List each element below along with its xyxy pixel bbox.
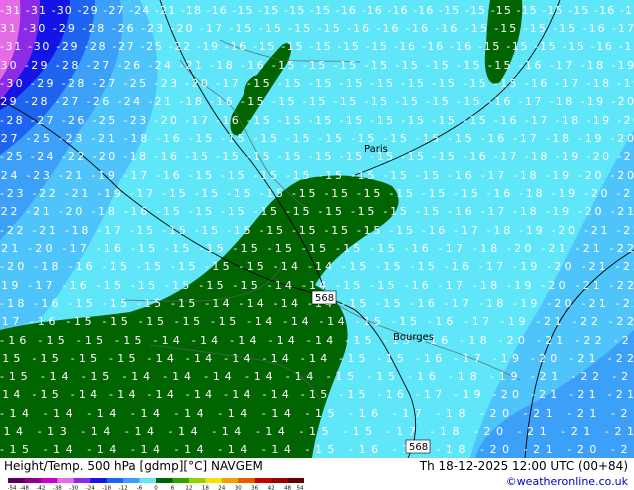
valid-time: Th 18-12-2025 12:00 UTC (00+84): [419, 459, 628, 473]
scale-swatch: [73, 478, 91, 483]
scale-tick-label: 0: [154, 486, 158, 490]
scale-swatch: [139, 478, 157, 483]
scale-swatch: [57, 478, 75, 483]
scale-swatch: [172, 478, 190, 483]
temperature-row: -31 -31 -30 -29 -27 -24 -21 -18 -16 -15 …: [0, 4, 634, 17]
map-title: Height/Temp. 500 hPa [gdmp][°C] NAVGEM: [4, 459, 263, 473]
scale-tick-label: 48: [284, 486, 291, 490]
color-scale-bar: -54 -48 -42 -38 -30 -24 -18 -12 -6 0 6 12 18 24 30 36 42…: [8, 478, 304, 490]
scale-tick-label: 42: [268, 486, 275, 490]
scale-tick-label: -54: [8, 486, 17, 490]
scale-tick-label: 30: [235, 486, 242, 490]
contour-label-568-a: 568: [311, 290, 337, 305]
scale-swatch: [221, 478, 239, 483]
scale-swatch: [40, 478, 58, 483]
scale-tick-label: -48: [20, 486, 29, 490]
scale-tick-label: 24: [218, 486, 225, 490]
scale-swatch: [188, 478, 206, 483]
scale-swatch: [254, 478, 272, 483]
place-label-paris: Paris: [364, 144, 388, 155]
scale-tick-label: 18: [202, 486, 209, 490]
scale-tick-label: -12: [119, 486, 128, 490]
scale-tick-label: -42: [36, 486, 45, 490]
scale-tick-label: 54: [297, 486, 304, 490]
scale-swatch: [287, 478, 304, 483]
scale-swatch: [106, 478, 124, 483]
scale-tick-label: -38: [53, 486, 62, 490]
scale-swatch: [156, 478, 173, 483]
scale-swatch: [205, 478, 223, 483]
scale-tick-label: -18: [102, 486, 111, 490]
scale-swatch: [238, 478, 255, 483]
contour-label-text-a: 568: [315, 293, 334, 304]
place-label-bourges: Bourges: [393, 332, 434, 343]
scale-tick-label: -30: [69, 486, 78, 490]
map-footer: Height/Temp. 500 hPa [gdmp][°C] NAVGEM T…: [0, 458, 634, 490]
temperature-row: -31 -30 -29 -28 -26 -23 -20 -17 -15 -15 …: [0, 22, 634, 35]
scale-swatch: [123, 478, 140, 483]
scale-tick-label: 6: [171, 486, 175, 490]
contour-label-568-b: 568: [405, 439, 431, 454]
scale-swatch: [24, 478, 42, 483]
scale-swatch: [90, 478, 107, 483]
weather-map: -31 -31 -30 -29 -27 -24 -21 -18 -16 -15 …: [0, 0, 634, 458]
scale-swatch: [271, 478, 288, 483]
scale-swatch: [8, 478, 25, 483]
credit-link[interactable]: ©weatheronline.co.uk: [506, 475, 628, 489]
scale-tick-label: 12: [185, 486, 192, 490]
scale-tick-label: -24: [86, 486, 95, 490]
contour-label-text-b: 568: [409, 442, 428, 453]
scale-tick-label: 36: [251, 486, 258, 490]
scale-tick-label: -6: [137, 486, 143, 490]
